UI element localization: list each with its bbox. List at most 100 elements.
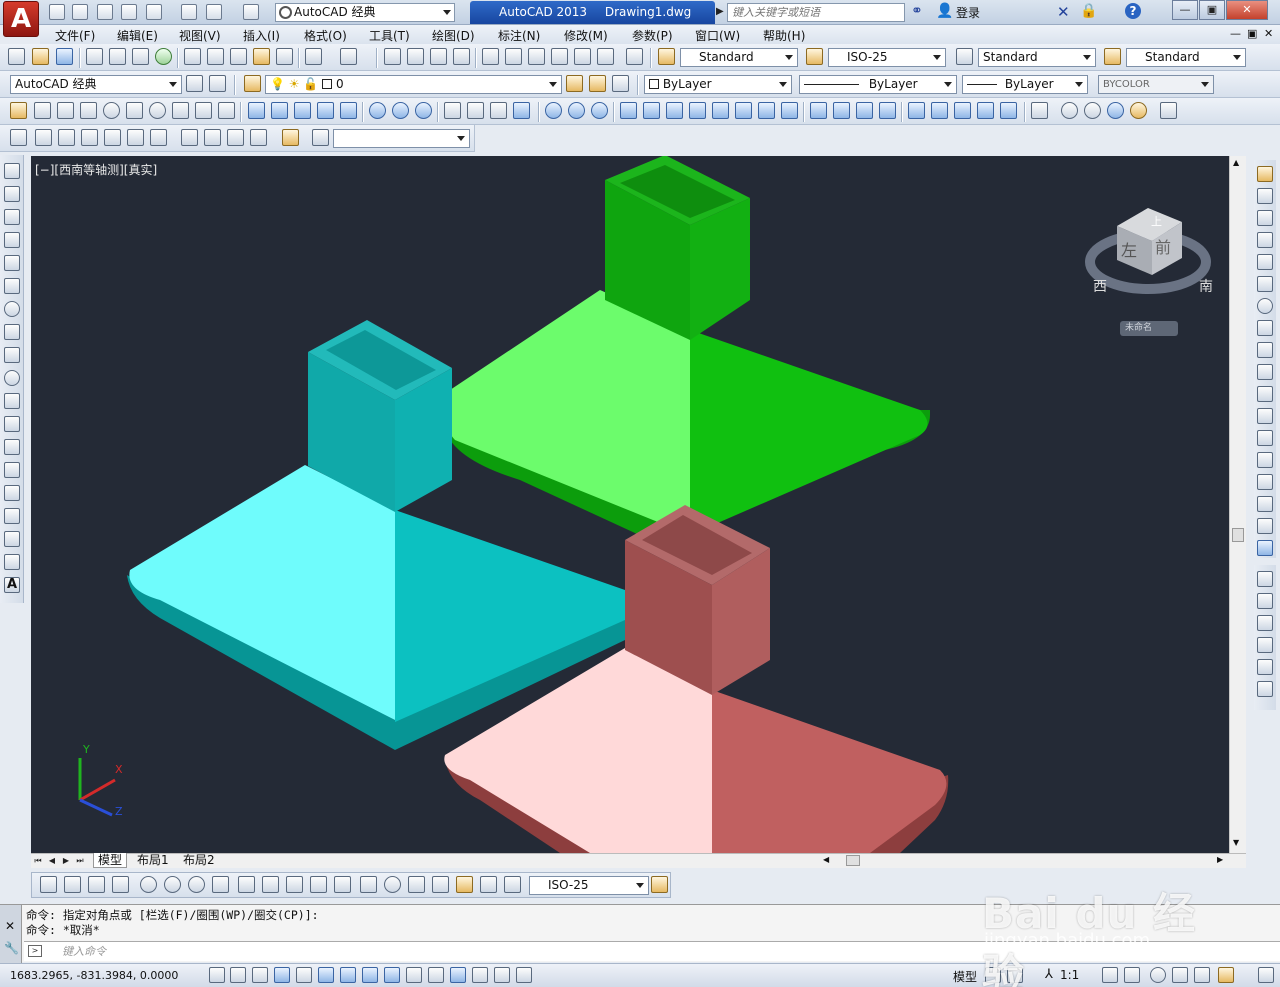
pyramid-icon[interactable]	[172, 102, 189, 119]
rectangle-icon[interactable]	[4, 255, 20, 271]
last-tab-icon[interactable]: ⏭	[75, 855, 85, 866]
layer-states-icon[interactable]	[612, 75, 629, 92]
visual-style-wireframe-icon[interactable]	[1061, 102, 1078, 119]
new-file-icon[interactable]	[49, 4, 65, 20]
block-editor-icon[interactable]	[276, 48, 293, 65]
visual-style-realistic-icon[interactable]	[1107, 102, 1124, 119]
hide-icon[interactable]	[1031, 102, 1048, 119]
left-view-icon[interactable]	[81, 129, 98, 146]
spline-icon[interactable]	[4, 347, 20, 363]
extrude-faces-icon[interactable]	[620, 102, 637, 119]
chamfer-icon[interactable]	[1257, 474, 1273, 490]
exchange-icon[interactable]: ✕	[1057, 3, 1070, 21]
toolbar-lock-icon[interactable]	[1172, 967, 1188, 983]
jogged-icon[interactable]	[164, 876, 181, 893]
linetype-combo[interactable]: ByLayer	[799, 75, 957, 94]
intersect-icon[interactable]	[415, 102, 432, 119]
dim-space-icon[interactable]	[310, 876, 327, 893]
loft-icon[interactable]	[340, 102, 357, 119]
lock-icon[interactable]: 🔒	[1080, 3, 1097, 19]
named-views-icon[interactable]	[10, 129, 27, 146]
tolerance-icon[interactable]	[360, 876, 377, 893]
copy-edges-icon[interactable]	[810, 102, 827, 119]
coordinate-readout[interactable]: 1683.2965, -831.3984, 0.0000	[10, 969, 178, 982]
color-faces-icon[interactable]	[781, 102, 798, 119]
redo-icon[interactable]	[340, 48, 357, 65]
workspace-dropdown[interactable]: AutoCAD 经典	[275, 3, 455, 22]
menu-dimension[interactable]: 标注(N)	[498, 27, 540, 44]
helix-icon[interactable]	[195, 102, 212, 119]
mirror-icon[interactable]	[1257, 210, 1273, 226]
ellipse-icon[interactable]	[4, 370, 20, 386]
application-menu-button[interactable]: A	[3, 1, 39, 37]
dynamic-ucs-icon[interactable]	[384, 967, 400, 983]
extrude-icon[interactable]	[248, 102, 265, 119]
hardware-acceleration-icon[interactable]	[1194, 967, 1210, 983]
solid-subtract-icon[interactable]	[568, 102, 585, 119]
green-solid[interactable]	[445, 156, 930, 540]
solid-intersect-icon[interactable]	[591, 102, 608, 119]
paste-icon[interactable]	[230, 48, 247, 65]
new-icon[interactable]	[8, 48, 25, 65]
dim-style-combo[interactable]: ISO-25	[828, 48, 946, 67]
make-block-icon[interactable]	[4, 439, 20, 455]
dim-break-icon[interactable]	[334, 876, 351, 893]
layer-properties-icon[interactable]	[244, 75, 261, 92]
menu-file[interactable]: 文件(F)	[55, 27, 95, 44]
stretch-icon[interactable]	[1257, 342, 1273, 358]
command-window-handle[interactable]: ✕ 🔧	[0, 905, 22, 963]
inspection-icon[interactable]	[408, 876, 425, 893]
cylinder-icon[interactable]	[126, 102, 143, 119]
ellipse-arc-icon[interactable]	[4, 393, 20, 409]
object-snap-icon[interactable]	[318, 967, 334, 983]
multileader-style-combo[interactable]: Standard	[1126, 48, 1246, 67]
scroll-right-icon[interactable]: ▶	[1217, 855, 1223, 864]
box-icon[interactable]	[34, 102, 51, 119]
copy-faces-icon[interactable]	[758, 102, 775, 119]
cut-icon[interactable]	[184, 48, 201, 65]
text-to-front-icon[interactable]	[1257, 659, 1273, 675]
search-input[interactable]: 键入关键字或短语	[727, 3, 905, 22]
save-as-icon[interactable]	[121, 4, 137, 20]
array-icon[interactable]	[1257, 254, 1273, 270]
menu-modify[interactable]: 修改(M)	[564, 27, 608, 44]
viewport-controls-label[interactable]: [−][西南等轴测][真实]	[35, 161, 157, 178]
delete-faces-icon[interactable]	[689, 102, 706, 119]
maximize-button[interactable]: ▣	[1199, 0, 1225, 20]
offset-icon[interactable]	[1257, 232, 1273, 248]
user-icon[interactable]: 👤	[936, 3, 953, 19]
properties-icon[interactable]	[482, 48, 499, 65]
annotation-scale-icon[interactable]: ⅄	[1045, 967, 1053, 982]
plotstyle-combo[interactable]: BYCOLOR	[1098, 75, 1214, 94]
text-style-icon[interactable]	[658, 48, 675, 65]
sw-isometric-icon[interactable]	[181, 129, 198, 146]
table-style-combo[interactable]: Standard	[978, 48, 1096, 67]
linear-dim-icon[interactable]	[40, 876, 57, 893]
fillet-icon[interactable]	[1257, 496, 1273, 512]
snap-mode-icon[interactable]	[230, 967, 246, 983]
publish-icon[interactable]	[132, 48, 149, 65]
dim-update-icon[interactable]	[504, 876, 521, 893]
publish-icon[interactable]	[146, 4, 162, 20]
undo-icon[interactable]	[206, 4, 222, 20]
jogged-linear-icon[interactable]	[432, 876, 449, 893]
wrench-icon[interactable]: 🔧	[4, 941, 19, 955]
separate-icon[interactable]	[908, 102, 925, 119]
multileader-style-icon[interactable]	[1104, 48, 1121, 65]
login-link[interactable]: 登录	[956, 4, 980, 21]
union-icon[interactable]	[369, 102, 386, 119]
bring-to-front-icon[interactable]	[1257, 571, 1273, 587]
insert-block-icon[interactable]	[4, 416, 20, 432]
workspace-settings-icon[interactable]	[186, 75, 203, 92]
menu-parametric[interactable]: 参数(P)	[632, 27, 673, 44]
angular-icon[interactable]	[212, 876, 229, 893]
plot-icon[interactable]	[86, 48, 103, 65]
save-icon[interactable]	[56, 48, 73, 65]
camera-icon[interactable]	[282, 129, 299, 146]
infer-constraints-icon[interactable]	[209, 967, 225, 983]
3d-array-icon[interactable]	[513, 102, 530, 119]
auto-scale-icon[interactable]	[1124, 967, 1140, 983]
color-edges-icon[interactable]	[833, 102, 850, 119]
cone-icon[interactable]	[80, 102, 97, 119]
scroll-down-icon[interactable]: ▼	[1233, 838, 1239, 847]
